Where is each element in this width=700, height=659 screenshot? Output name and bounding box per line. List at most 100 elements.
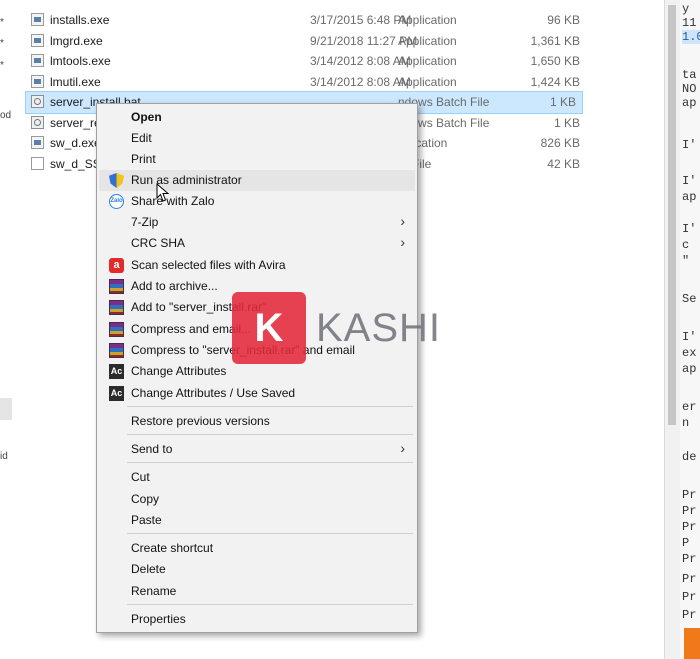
file-name: lmgrd.exe <box>50 33 103 48</box>
file-size: 826 KB <box>540 136 580 150</box>
menu-item-label: Rename <box>131 584 177 598</box>
file-name: lmutil.exe <box>50 74 101 89</box>
nav-text-fragment: id <box>0 451 8 462</box>
menu-separator <box>127 533 413 534</box>
code-line: I' <box>682 330 697 344</box>
file-name: sw_d.exe <box>50 136 101 150</box>
avira-icon: a <box>109 258 124 273</box>
menu-item-crc-sha[interactable]: CRC SHA › <box>99 233 415 254</box>
menu-item-cut[interactable]: Cut <box>99 467 415 488</box>
file-name: lmtools.exe <box>50 54 111 68</box>
code-line: de <box>682 450 697 464</box>
batch-file-icon <box>31 115 44 129</box>
menu-item-open[interactable]: Open <box>99 107 415 128</box>
code-highlight: 1.0 <box>682 30 700 44</box>
watermark-letter: K <box>254 306 284 350</box>
winrar-icon <box>109 300 124 315</box>
code-line: c <box>682 238 690 252</box>
winrar-icon <box>109 279 124 294</box>
exe-icon <box>31 54 44 67</box>
menu-separator <box>127 406 413 407</box>
file-size: 1,424 KB <box>530 74 580 89</box>
menu-item-edit[interactable]: Edit <box>99 128 415 149</box>
code-line: ex <box>682 346 697 360</box>
file-date: 3/14/2012 8:08 AM <box>310 74 411 89</box>
menu-item-send-to[interactable]: Send to › <box>99 439 415 460</box>
code-line: P <box>682 536 690 550</box>
menu-item-label: Restore previous versions <box>131 414 270 428</box>
pin-icon: * <box>0 60 4 71</box>
file-row[interactable]: lmgrd.exe 9/21/2018 11:27 PM Application… <box>26 31 586 52</box>
code-line: " <box>682 254 690 268</box>
submenu-arrow-icon: › <box>400 213 405 229</box>
code-line: n <box>682 416 690 430</box>
menu-item-label: Cut <box>131 470 150 484</box>
code-line: I' <box>682 138 697 152</box>
code-line: y <box>682 2 690 16</box>
menu-item-restore-previous-versions[interactable]: Restore previous versions <box>99 411 415 432</box>
menu-item-7zip[interactable]: 7-Zip › <box>99 212 415 233</box>
file-date: 3/14/2012 8:08 AM <box>310 54 411 68</box>
menu-item-label: Properties <box>131 612 186 626</box>
menu-item-copy[interactable]: Copy <box>99 489 415 510</box>
exe-icon <box>31 13 44 26</box>
menu-item-print[interactable]: Print <box>99 149 415 170</box>
menu-item-label: 7-Zip <box>131 215 159 229</box>
file-row[interactable]: installs.exe 3/17/2015 6:48 PM Applicati… <box>26 10 586 31</box>
file-type: Application <box>398 74 457 89</box>
code-line: ap <box>682 362 697 376</box>
menu-item-scan-avira[interactable]: a Scan selected files with Avira <box>99 255 415 276</box>
code-line: Pr <box>682 552 697 566</box>
menu-item-label: Change Attributes <box>131 364 227 378</box>
nav-selected-item[interactable] <box>0 398 12 420</box>
file-size: 1,361 KB <box>530 33 580 48</box>
mouse-cursor-icon <box>156 183 170 202</box>
pin-icon: * <box>0 38 4 49</box>
code-line: Pr <box>682 504 697 518</box>
menu-item-rename[interactable]: Rename <box>99 581 415 602</box>
nav-text-fragment: od <box>0 110 12 121</box>
file-row[interactable]: lmutil.exe 3/14/2012 8:08 AM Application… <box>26 72 586 93</box>
menu-separator <box>127 462 413 463</box>
file-row[interactable]: lmtools.exe 3/14/2012 8:08 AM Applicatio… <box>26 51 586 72</box>
menu-item-create-shortcut[interactable]: Create shortcut <box>99 538 415 559</box>
menu-item-paste[interactable]: Paste <box>99 510 415 531</box>
menu-item-label: Run as administrator <box>131 173 242 187</box>
attribute-changer-icon: Ac <box>109 386 124 401</box>
menu-item-change-attributes[interactable]: Ac Change Attributes <box>99 361 415 382</box>
menu-item-properties[interactable]: Properties <box>99 609 415 630</box>
menu-item-delete[interactable]: Delete <box>99 559 415 580</box>
code-line: Pr <box>682 488 697 502</box>
code-line: I' <box>682 174 697 188</box>
zalo-icon: Zalo <box>109 194 124 209</box>
menu-item-label: Copy <box>131 492 160 506</box>
file-size: 1 KB <box>553 115 580 130</box>
code-line: er <box>682 400 697 414</box>
code-line: Pr <box>682 520 697 534</box>
menu-item-label: Delete <box>131 562 166 576</box>
code-line: Pr <box>682 572 697 586</box>
code-line: ap <box>682 96 697 110</box>
menu-item-label: CRC SHA <box>131 236 186 250</box>
watermark-text: KASHI <box>316 306 442 350</box>
file-type: Application <box>398 33 457 48</box>
code-line: ta <box>682 68 697 82</box>
text-editor-pane: y 11 1.0 ta NO ap I' I' ap I' c " Se I' … <box>680 0 700 659</box>
menu-item-label: Add to archive... <box>131 279 218 293</box>
scrollbar-thumb[interactable] <box>668 5 676 425</box>
pin-icon: * <box>0 17 4 28</box>
code-line: Pr <box>682 608 697 622</box>
menu-item-run-as-administrator[interactable]: Run as administrator <box>99 170 415 191</box>
menu-item-label: Open <box>131 110 162 124</box>
exe-icon <box>31 136 44 149</box>
menu-item-label: Paste <box>131 513 162 527</box>
menu-item-label: Change Attributes / Use Saved <box>131 386 296 400</box>
submenu-arrow-icon: › <box>400 234 405 250</box>
menu-separator <box>127 604 413 605</box>
attribute-changer-icon: Ac <box>109 364 124 379</box>
batch-file-icon <box>31 95 44 108</box>
exe-icon <box>31 33 44 47</box>
submenu-arrow-icon: › <box>400 440 405 456</box>
menu-item-share-with-zalo[interactable]: Zalo Share with Zalo <box>99 191 415 212</box>
menu-item-change-attributes-saved[interactable]: Ac Change Attributes / Use Saved <box>99 383 415 404</box>
